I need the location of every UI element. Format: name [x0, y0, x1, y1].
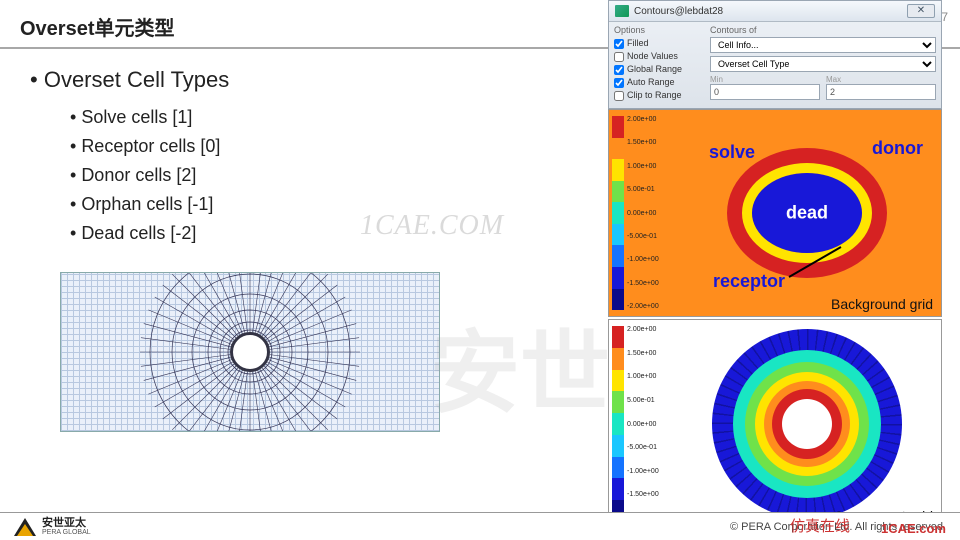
minmax-row: Min Max: [710, 75, 936, 103]
mesh-diagram: [60, 272, 440, 432]
contours-of-label: Contours of: [710, 25, 936, 35]
clip-checkbox[interactable]: Clip to Range: [614, 89, 704, 102]
filled-checkbox[interactable]: Filled: [614, 37, 704, 50]
auto-range-checkbox[interactable]: Auto Range: [614, 76, 704, 89]
min-label: Min: [710, 75, 820, 84]
node-values-checkbox[interactable]: Node Values: [614, 50, 704, 63]
section-heading: Overset Cell Types: [30, 67, 590, 93]
watermark-logo: 安世: [430, 300, 610, 430]
logo-cn: 安世亚太: [42, 518, 91, 529]
variable-select-2[interactable]: Overset Cell Type: [710, 56, 936, 72]
dialog-title-text: Contours@lebdat28: [634, 6, 723, 17]
logo-text: 安世亚太 PERA GLOBAL: [42, 518, 91, 536]
ring-hole: [782, 399, 832, 449]
mesh-hole: [230, 332, 270, 372]
list-item: Solve cells [1]: [70, 107, 590, 128]
company-logo: 安世亚太 PERA GLOBAL: [14, 518, 91, 536]
dialog-body: Options Filled Node Values Global Range …: [609, 22, 941, 108]
list-item: Orphan cells [-1]: [70, 194, 590, 215]
page-number: 7: [941, 10, 948, 24]
bg-caption: Background grid: [831, 296, 933, 312]
min-input[interactable]: [710, 84, 820, 100]
watermark-footer-url: 1CAE.com: [881, 521, 946, 536]
donor-label: donor: [872, 138, 923, 159]
list-item: Receptor cells [0]: [70, 136, 590, 157]
logo-icon: [14, 518, 36, 536]
logo-en: PERA GLOBAL: [42, 529, 91, 536]
background-grid-contour: 2.00e+001.50e+001.00e+005.00e-010.00e+00…: [608, 109, 942, 317]
component-grid-contour: 2.00e+001.50e+001.00e+005.00e-010.00e+00…: [608, 319, 942, 529]
dialog-titlebar: Contours@lebdat28 ✕: [609, 1, 941, 22]
background-plot: solve donor dead receptor: [679, 114, 935, 312]
color-legend: 2.00e+001.50e+001.00e+005.00e-010.00e+00…: [612, 116, 668, 310]
options-column: Options Filled Node Values Global Range …: [614, 25, 704, 103]
contours-dialog: Contours@lebdat28 ✕ Options Filled Node …: [608, 0, 942, 109]
bullet-list: Solve cells [1] Receptor cells [0] Donor…: [30, 107, 590, 244]
max-input[interactable]: [826, 84, 936, 100]
watermark-url: 1CAE.COM: [360, 210, 504, 242]
global-range-checkbox[interactable]: Global Range: [614, 63, 704, 76]
watermark-footer-cn: 仿真在线: [790, 515, 850, 536]
dead-label: dead: [786, 203, 828, 224]
max-label: Max: [826, 75, 936, 84]
variable-select-1[interactable]: Cell Info...: [710, 37, 936, 53]
color-legend: 2.00e+001.50e+001.00e+005.00e-010.00e+00…: [612, 326, 668, 522]
list-item: Dead cells [-2]: [70, 223, 590, 244]
close-icon[interactable]: ✕: [907, 4, 935, 18]
component-plot: [679, 326, 935, 522]
receptor-label: receptor: [713, 271, 785, 292]
options-label: Options: [614, 25, 704, 35]
dialog-icon: [615, 5, 629, 17]
right-column: Contours@lebdat28 ✕ Options Filled Node …: [608, 0, 942, 529]
list-item: Donor cells [2]: [70, 165, 590, 186]
solve-label: solve: [709, 142, 755, 163]
contours-column: Contours of Cell Info... Overset Cell Ty…: [710, 25, 936, 103]
